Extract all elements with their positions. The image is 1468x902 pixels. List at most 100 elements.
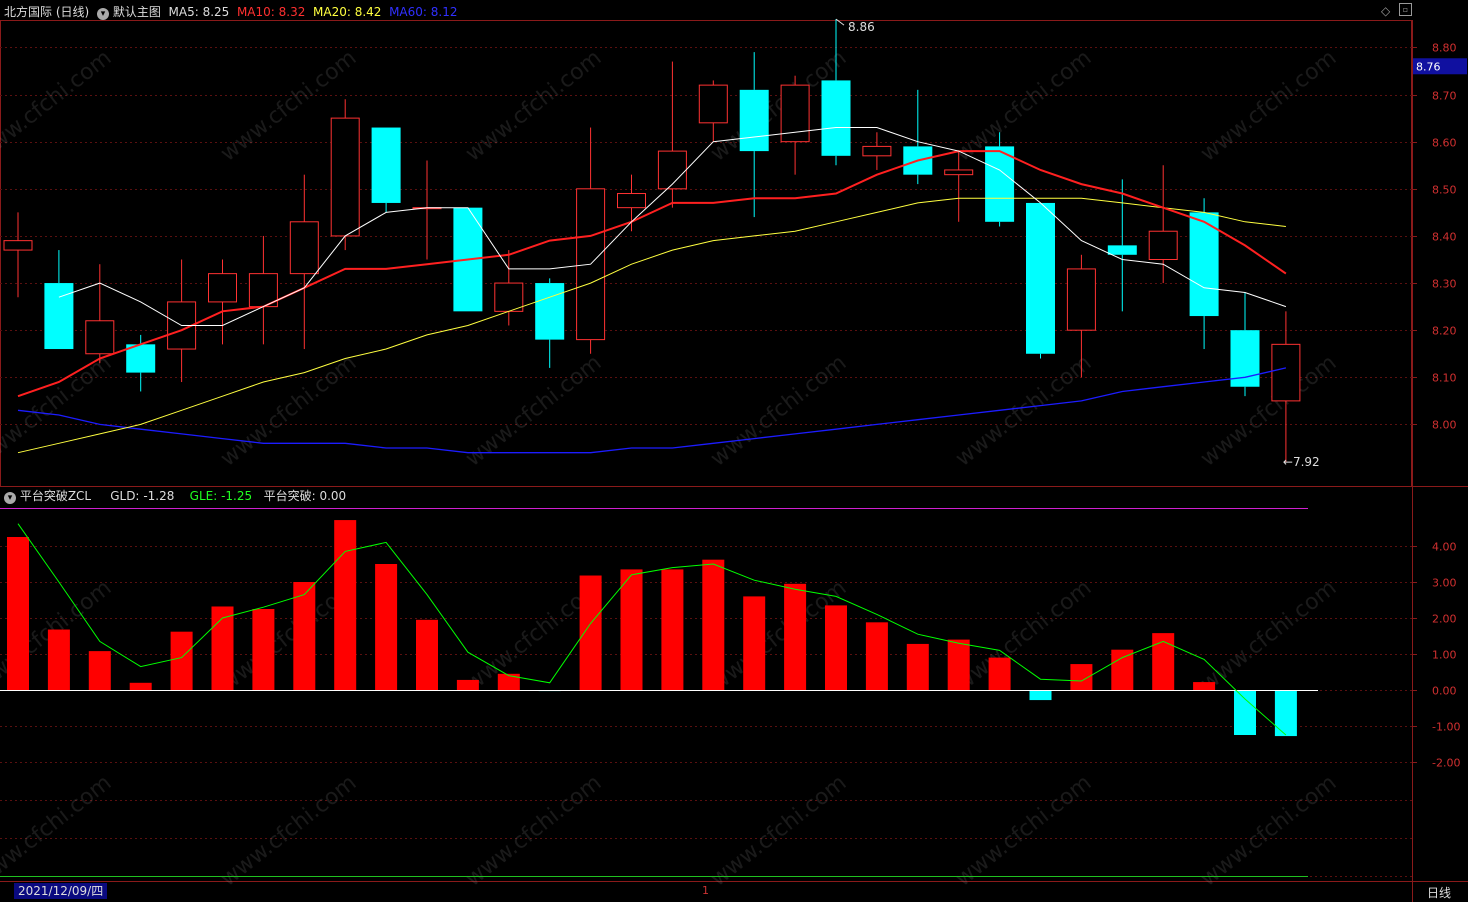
current-price-label: 8.76 bbox=[1416, 60, 1441, 73]
watermark-text: www.cfchi.com bbox=[1196, 45, 1341, 166]
gld-bar bbox=[906, 643, 929, 690]
candle-body-up bbox=[3, 240, 33, 251]
watermark-text: www.cfchi.com bbox=[461, 770, 606, 891]
watermark-text: www.cfchi.com bbox=[1196, 575, 1341, 696]
chevron-down-icon[interactable]: ▾ bbox=[4, 492, 16, 504]
watermark-text: www.cfchi.com bbox=[706, 350, 851, 471]
gld-bar bbox=[334, 520, 357, 690]
watermark-text: www.cfchi.com bbox=[0, 350, 116, 471]
candle-body-down bbox=[535, 283, 565, 340]
candle-body-up bbox=[289, 221, 319, 275]
period-button[interactable]: 日线 bbox=[1427, 884, 1451, 901]
gld-bar bbox=[620, 569, 643, 690]
gle-label: GLE: bbox=[189, 489, 218, 503]
candle-body-up bbox=[85, 320, 115, 355]
main-tick-label: 8.40 bbox=[1432, 231, 1457, 244]
candle-body-down bbox=[739, 89, 769, 152]
ma60-value: 8.12 bbox=[430, 5, 458, 19]
main-tick-label: 8.50 bbox=[1432, 184, 1457, 197]
candle-body-up bbox=[698, 84, 728, 124]
gld-bar bbox=[1111, 649, 1134, 690]
watermark-text: www.cfchi.com bbox=[1196, 770, 1341, 891]
candle-body-up bbox=[330, 117, 360, 237]
watermark-text: www.cfchi.com bbox=[216, 350, 361, 471]
gld-bar bbox=[1234, 690, 1256, 735]
gld-bar bbox=[579, 575, 602, 690]
gld-bar bbox=[497, 673, 520, 690]
ma10-label: MA10: bbox=[236, 5, 275, 19]
main-header: 北方国际 (日线) ▾ 默认主图 MA5: 8.25 MA10: 8.32 MA… bbox=[4, 3, 457, 20]
date-cursor-label: 2021/12/09/四 bbox=[14, 883, 108, 899]
maximize-icon[interactable]: ▫ bbox=[1399, 3, 1412, 16]
gld-bar bbox=[825, 605, 847, 690]
gld-bar bbox=[1193, 682, 1216, 690]
gle-line bbox=[17, 523, 1287, 736]
diamond-icon[interactable]: ◇ bbox=[1381, 4, 1390, 18]
sub-tick-label: 2.00 bbox=[1432, 613, 1457, 626]
candle-body-up bbox=[1148, 230, 1178, 260]
gld-bar bbox=[47, 629, 70, 690]
watermark-text: www.cfchi.com bbox=[461, 350, 606, 471]
gld-bar bbox=[170, 631, 193, 690]
gld-bar bbox=[1274, 690, 1297, 737]
ma20-value: 8.42 bbox=[354, 5, 382, 19]
gld-bar bbox=[988, 657, 1011, 690]
indicator-panel bbox=[0, 508, 1318, 877]
gld-bar bbox=[252, 609, 275, 690]
candle-body-down bbox=[1107, 245, 1137, 255]
gld-value: -1.28 bbox=[143, 489, 175, 503]
ma20-label: MA20: bbox=[313, 5, 351, 19]
gld-bar bbox=[702, 559, 725, 690]
sub-tick-label: 1.00 bbox=[1432, 649, 1457, 662]
gld-bar bbox=[375, 564, 398, 690]
gld-bar bbox=[865, 622, 888, 690]
candle-body-down bbox=[1026, 202, 1055, 354]
sub-tick-label: 3.00 bbox=[1432, 577, 1457, 590]
sub-tick-label: -1.00 bbox=[1432, 721, 1460, 734]
gld-bar bbox=[293, 582, 316, 690]
candle-body-up bbox=[494, 282, 524, 312]
main-tick-label: 8.10 bbox=[1432, 372, 1457, 385]
watermark-text: www.cfchi.com bbox=[951, 350, 1096, 471]
gld-bar bbox=[784, 583, 807, 690]
candle-body-up bbox=[617, 193, 646, 209]
gle-value: -1.25 bbox=[221, 489, 253, 503]
gld-bar bbox=[129, 682, 152, 690]
candle-body-up bbox=[862, 145, 892, 157]
candle-body-up bbox=[944, 169, 974, 176]
main-tick-label: 8.30 bbox=[1432, 278, 1457, 291]
pt-value: 0.00 bbox=[319, 489, 347, 503]
stock-title[interactable]: 北方国际 (日线) bbox=[4, 5, 89, 19]
gld-label: GLD: bbox=[110, 489, 140, 503]
ma10-value: 8.32 bbox=[278, 5, 306, 19]
ma5-label: MA5: bbox=[168, 5, 199, 19]
watermark-text: www.cfchi.com bbox=[216, 770, 361, 891]
watermark-text: www.cfchi.com bbox=[706, 770, 851, 891]
chevron-down-icon[interactable]: ▾ bbox=[97, 8, 110, 20]
main-tick-label: 8.70 bbox=[1432, 90, 1457, 103]
candle-body-down bbox=[44, 283, 74, 350]
candle-body-up bbox=[208, 273, 237, 303]
candle-body-down bbox=[371, 127, 401, 203]
gld-bar bbox=[947, 639, 970, 690]
gld-bar bbox=[661, 569, 684, 690]
watermark-text: www.cfchi.com bbox=[461, 45, 606, 166]
gld-bar bbox=[416, 619, 438, 690]
template-label[interactable]: 默认主图 bbox=[113, 5, 161, 19]
candle-body-up bbox=[657, 150, 687, 190]
stock-chart-canvas[interactable]: www.cfchi.com www.cfchi.com www.cfchi.com w… bbox=[0, 0, 1468, 902]
watermark-text: www.cfchi.com bbox=[951, 45, 1096, 166]
indicator-name[interactable]: 平台突破ZCL bbox=[20, 489, 91, 503]
pt-label: 平台突破: bbox=[263, 489, 316, 503]
sub-tick-label: 0.00 bbox=[1432, 685, 1457, 698]
watermark-text: www.cfchi.com bbox=[0, 770, 116, 891]
gld-bar bbox=[456, 679, 479, 690]
gld-bar bbox=[211, 606, 234, 690]
main-tick-label: 8.00 bbox=[1432, 419, 1457, 432]
candle-body-up bbox=[1271, 343, 1301, 402]
main-tick-label: 8.80 bbox=[1432, 42, 1457, 55]
ma5-value: 8.25 bbox=[202, 5, 230, 19]
sub-tick-label: 4.00 bbox=[1432, 541, 1457, 554]
period-marker: 1 bbox=[702, 884, 709, 897]
main-tick-label: 8.60 bbox=[1432, 137, 1457, 150]
